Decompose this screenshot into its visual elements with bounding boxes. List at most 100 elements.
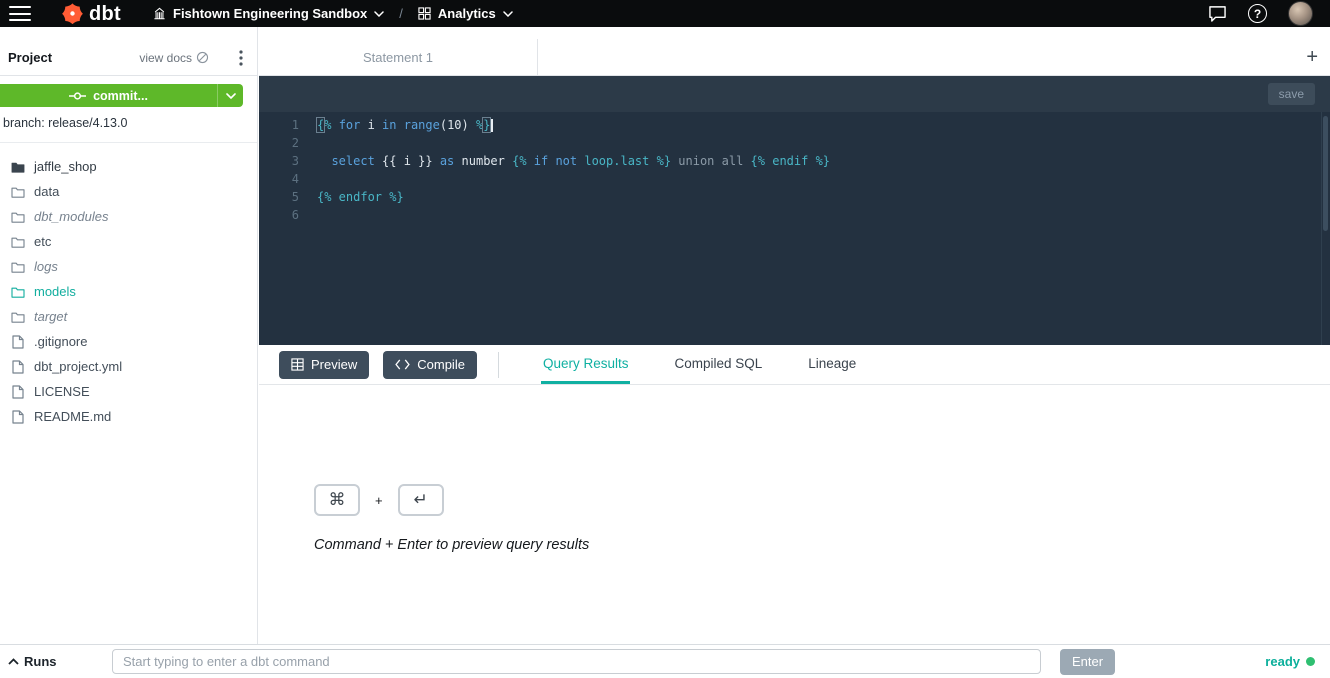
preview-button[interactable]: Preview [279, 351, 369, 379]
branch-label: branch: release/4.13.0 [3, 116, 257, 130]
tree-item-label: models [34, 284, 76, 299]
chevron-down-icon [374, 11, 384, 17]
line-number: 1 [259, 116, 299, 134]
file-icon [10, 410, 25, 424]
tree-item-etc[interactable]: etc [0, 229, 257, 254]
file-icon [10, 360, 25, 374]
panel-title: Project [8, 50, 52, 65]
top-bar: dbt Fishtown Engineering Sandbox / Analy… [0, 0, 1330, 27]
commit-chevron[interactable] [217, 84, 243, 107]
project-switcher[interactable]: Analytics [418, 6, 513, 21]
tree-item-label: dbt_project.yml [34, 359, 122, 374]
commit-icon [69, 91, 86, 101]
tab-compiled-sql[interactable]: Compiled SQL [672, 345, 764, 384]
editor-area: Statement 1 + save 1{% for i in range(10… [259, 27, 1330, 345]
commit-label: commit... [93, 89, 148, 103]
folder-icon [10, 186, 25, 198]
folder-icon [10, 311, 25, 323]
dbt-logo-icon [61, 2, 84, 25]
folder-icon [10, 261, 25, 273]
folder-icon [10, 211, 25, 223]
toolbar-divider [498, 352, 499, 378]
code-lines[interactable]: 1{% for i in range(10) %}23 select {{ i … [259, 112, 1330, 224]
circle-slash-icon [196, 51, 209, 64]
preview-grid-icon [291, 358, 304, 371]
project-sidebar: Project view docs [0, 27, 258, 644]
dbt-logo[interactable] [61, 2, 84, 25]
file-tree: jaffle_shopdata dbt_modulesetc logs models t… [0, 143, 257, 429]
code-line[interactable]: 6 [259, 206, 1330, 224]
tree-item-dbt_project.yml[interactable]: dbt_project.yml [0, 354, 257, 379]
building-icon [153, 7, 166, 20]
code-line[interactable]: 2 [259, 134, 1330, 152]
tab-query-results[interactable]: Query Results [541, 345, 631, 384]
git-panel: commit... branch: release/4.13.0 [0, 84, 257, 143]
folder-icon [10, 286, 25, 298]
tree-item-label: etc [34, 234, 51, 249]
tree-item-label: logs [34, 259, 58, 274]
code-editor[interactable]: save 1{% for i in range(10) %}23 select … [259, 76, 1330, 345]
tree-item-data[interactable]: data [0, 179, 257, 204]
compile-button[interactable]: Compile [383, 351, 477, 379]
tree-item-label: README.md [34, 409, 111, 424]
menu-icon[interactable] [9, 6, 31, 21]
line-number: 5 [259, 188, 299, 206]
editor-toolbar: save [259, 76, 1330, 112]
line-number: 6 [259, 206, 299, 224]
project-label: Analytics [438, 6, 496, 21]
help-icon-button[interactable]: ? [1248, 4, 1267, 23]
sidebar-header: Project view docs [0, 27, 257, 76]
tree-item-LICENSE[interactable]: LICENSE [0, 379, 257, 404]
tree-item-README.md[interactable]: README.md [0, 404, 257, 429]
plus-sign: + [375, 493, 383, 508]
commit-button[interactable]: commit... [0, 84, 243, 107]
account-label: Fishtown Engineering Sandbox [173, 6, 367, 21]
tree-item-label: jaffle_shop [34, 159, 97, 174]
folder-icon [10, 236, 25, 248]
shortcut-hint: Command + Enter to preview query results [314, 537, 1330, 553]
runs-label: Runs [24, 654, 57, 669]
code-line[interactable]: 4 [259, 170, 1330, 188]
code-line[interactable]: 5{% endfor %} [259, 188, 1330, 206]
tree-item-models[interactable]: models [0, 279, 257, 304]
tree-item-dbt_modules[interactable]: dbt_modules [0, 204, 257, 229]
tree-item-label: target [34, 309, 67, 324]
tab-statement-1[interactable]: Statement 1 [259, 39, 538, 75]
editor-tab-bar: Statement 1 + [259, 27, 1330, 76]
file-icon [10, 335, 25, 349]
status-label: ready [1265, 654, 1300, 669]
tree-item-label: .gitignore [34, 334, 87, 349]
code-brackets-icon [395, 359, 410, 370]
enter-key: ↵ [398, 484, 444, 516]
path-separator: / [399, 6, 403, 21]
account-switcher[interactable]: Fishtown Engineering Sandbox [153, 6, 384, 21]
tree-item-jaffle_shop[interactable]: jaffle_shop [0, 154, 257, 179]
avatar[interactable] [1288, 1, 1313, 26]
code-line[interactable]: 3 select {{ i }} as number {% if not loo… [259, 152, 1330, 170]
tree-item-logs[interactable]: logs [0, 254, 257, 279]
tree-item-.gitignore[interactable]: .gitignore [0, 329, 257, 354]
tree-item-label: LICENSE [34, 384, 90, 399]
new-tab-button[interactable]: + [1306, 47, 1318, 67]
help-icon: ? [1248, 4, 1267, 23]
chat-icon [1208, 5, 1227, 22]
tree-item-label: dbt_modules [34, 209, 108, 224]
folder-open-icon [10, 161, 25, 173]
keyboard-shortcut: ⌘ + ↵ [314, 484, 1330, 516]
code-line[interactable]: 1{% for i in range(10) %} [259, 116, 1330, 134]
tree-item-label: data [34, 184, 59, 199]
results-tabs: Query Results Compiled SQL Lineage [541, 345, 858, 384]
enter-button[interactable]: Enter [1060, 649, 1115, 675]
dbt-command-input[interactable] [112, 649, 1041, 674]
dbt-cloud-ide: dbt Fishtown Engineering Sandbox / Analy… [0, 0, 1330, 678]
kebab-menu-icon[interactable] [239, 50, 243, 66]
chevron-down-icon [503, 11, 513, 17]
editor-scrollbar[interactable] [1323, 116, 1328, 231]
save-button[interactable]: save [1268, 83, 1315, 105]
chat-icon-button[interactable] [1208, 5, 1227, 22]
view-docs-link[interactable]: view docs [139, 51, 209, 65]
status-ready: ready [1265, 654, 1315, 669]
runs-toggle[interactable]: Runs [8, 654, 112, 669]
tab-lineage[interactable]: Lineage [806, 345, 858, 384]
tree-item-target[interactable]: target [0, 304, 257, 329]
